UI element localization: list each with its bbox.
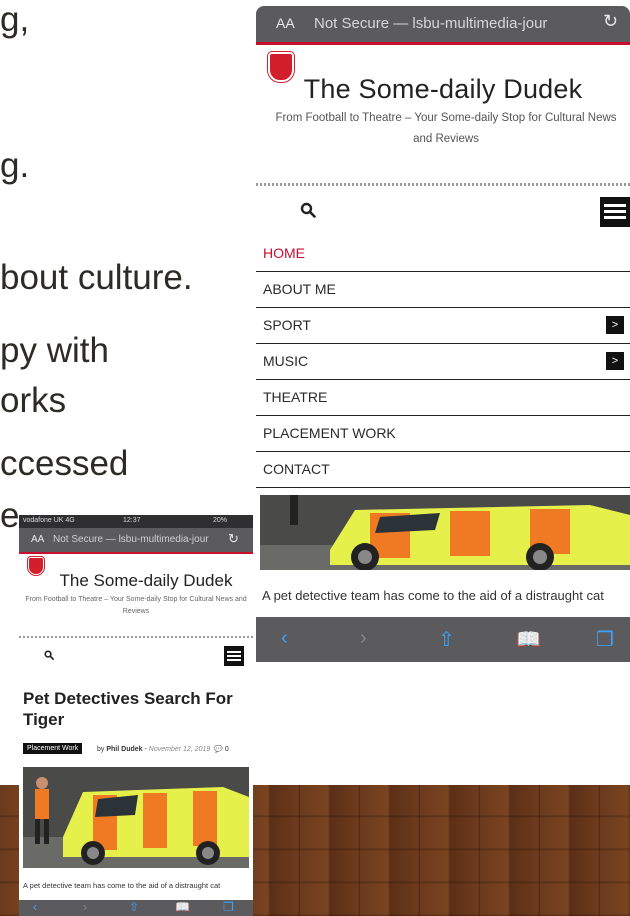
article-title[interactable]: Pet Detectives Search For Tiger: [23, 688, 249, 731]
byline-prefix: by: [97, 746, 105, 753]
site-subtitle: From Football to Theatre – Your Some-dai…: [275, 112, 617, 145]
url-bar[interactable]: AA Not Secure — lsbu-multimedia-jour ↻: [256, 6, 630, 42]
browser-toolbar: ‹ › ⇧ 📖 ❐: [256, 617, 630, 662]
url-address[interactable]: Not Secure — lsbu-multimedia-jour: [53, 534, 231, 545]
article-caption[interactable]: A pet detective team has come to the aid…: [262, 588, 622, 603]
menu-item-label: PLACEMENT WORK: [263, 425, 396, 441]
article-photo[interactable]: [260, 495, 630, 570]
share-icon[interactable]: ⇧: [129, 900, 139, 914]
site-title[interactable]: The Some-daily Dudek: [39, 571, 253, 591]
comment-icon[interactable]: 💬: [214, 746, 223, 753]
menu-item-label: SPORT: [263, 317, 311, 333]
divider: [19, 636, 253, 638]
header-accent-line: [19, 552, 253, 554]
search-icon[interactable]: [300, 202, 316, 218]
submenu-arrow-icon[interactable]: >: [606, 316, 624, 334]
post-date: November 12, 2019: [148, 746, 211, 753]
menu-item-contact[interactable]: CONTACT: [256, 452, 630, 488]
header-accent-line: [256, 42, 630, 45]
phone-screenshot-article: vodafone UK 4G 12:37 20% AA Not Secure —…: [19, 515, 253, 916]
nav-menu: HOME ABOUT ME SPORT > MUSIC > THEATRE PLAC…: [256, 236, 630, 488]
time-label: 12:37: [123, 517, 141, 524]
comment-count[interactable]: 0: [225, 746, 229, 753]
back-icon[interactable]: ‹: [281, 627, 288, 650]
menu-item-label: MUSIC: [263, 353, 309, 369]
submenu-arrow-icon[interactable]: >: [606, 352, 624, 370]
share-icon[interactable]: ⇧: [438, 627, 455, 652]
phone-screenshot-menu: AA Not Secure — lsbu-multimedia-jour ↻ T…: [256, 0, 630, 662]
slide-text-line-3: bout culture.: [0, 258, 193, 297]
reader-mode-button[interactable]: AA: [276, 15, 295, 31]
bookmarks-icon[interactable]: 📖: [516, 627, 541, 652]
search-icon[interactable]: [44, 650, 54, 660]
article-meta: Placement Work by Phil Dudek - November …: [23, 743, 249, 757]
forward-icon[interactable]: ›: [360, 627, 367, 650]
slide-text-line-5: orks: [0, 381, 67, 420]
menu-item-theatre[interactable]: THEATRE: [256, 380, 630, 416]
forward-icon[interactable]: ›: [83, 900, 87, 914]
site-title[interactable]: The Some-daily Dudek: [256, 74, 630, 105]
hamburger-menu-icon[interactable]: [224, 646, 244, 666]
menu-item-placement-work[interactable]: PLACEMENT WORK: [256, 416, 630, 452]
slide-text-line-6: ccessed: [0, 444, 129, 483]
tabs-icon[interactable]: ❐: [223, 900, 234, 914]
author-name[interactable]: Phil Dudek: [106, 746, 142, 753]
slide-text-line-1: g,: [0, 0, 30, 39]
battery-label: 20%: [213, 517, 228, 524]
reload-icon[interactable]: ↻: [228, 531, 239, 547]
menu-item-label: THEATRE: [263, 389, 328, 405]
back-icon[interactable]: ‹: [33, 900, 37, 914]
carrier-label: vodafone UK 4G: [23, 517, 75, 524]
divider: [256, 183, 630, 186]
menu-item-about-me[interactable]: ABOUT ME: [256, 272, 630, 308]
reload-icon[interactable]: ↻: [603, 11, 618, 32]
menu-item-home[interactable]: HOME: [256, 236, 630, 272]
status-bar: vodafone UK 4G 12:37 20%: [19, 515, 253, 528]
menu-item-label: CONTACT: [263, 461, 330, 477]
byline: by Phil Dudek - November 12, 2019 💬 0: [97, 746, 229, 753]
url-address[interactable]: Not Secure — lsbu-multimedia-jour: [314, 15, 599, 32]
slide-text-line-2: g.: [0, 146, 30, 185]
url-bar[interactable]: AA Not Secure — lsbu-multimedia-jour ↻: [19, 528, 253, 552]
bookmarks-icon[interactable]: 📖: [175, 900, 190, 914]
article-caption[interactable]: A pet detective team has come to the aid…: [23, 881, 249, 890]
menu-item-sport[interactable]: SPORT >: [256, 308, 630, 344]
slide-text-line-4: py with: [0, 331, 109, 370]
browser-toolbar: ‹ › ⇧ 📖 ❐: [19, 900, 253, 916]
menu-item-label: HOME: [263, 245, 305, 261]
article-photo[interactable]: [23, 767, 249, 868]
site-subtitle: From Football to Theatre – Your Some-dai…: [25, 596, 247, 615]
menu-item-label: ABOUT ME: [263, 281, 336, 297]
category-tag[interactable]: Placement Work: [23, 743, 83, 754]
menu-item-music[interactable]: MUSIC >: [256, 344, 630, 380]
reader-mode-button[interactable]: AA: [31, 534, 44, 545]
hamburger-menu-icon[interactable]: [600, 197, 630, 227]
tabs-icon[interactable]: ❐: [596, 627, 614, 652]
